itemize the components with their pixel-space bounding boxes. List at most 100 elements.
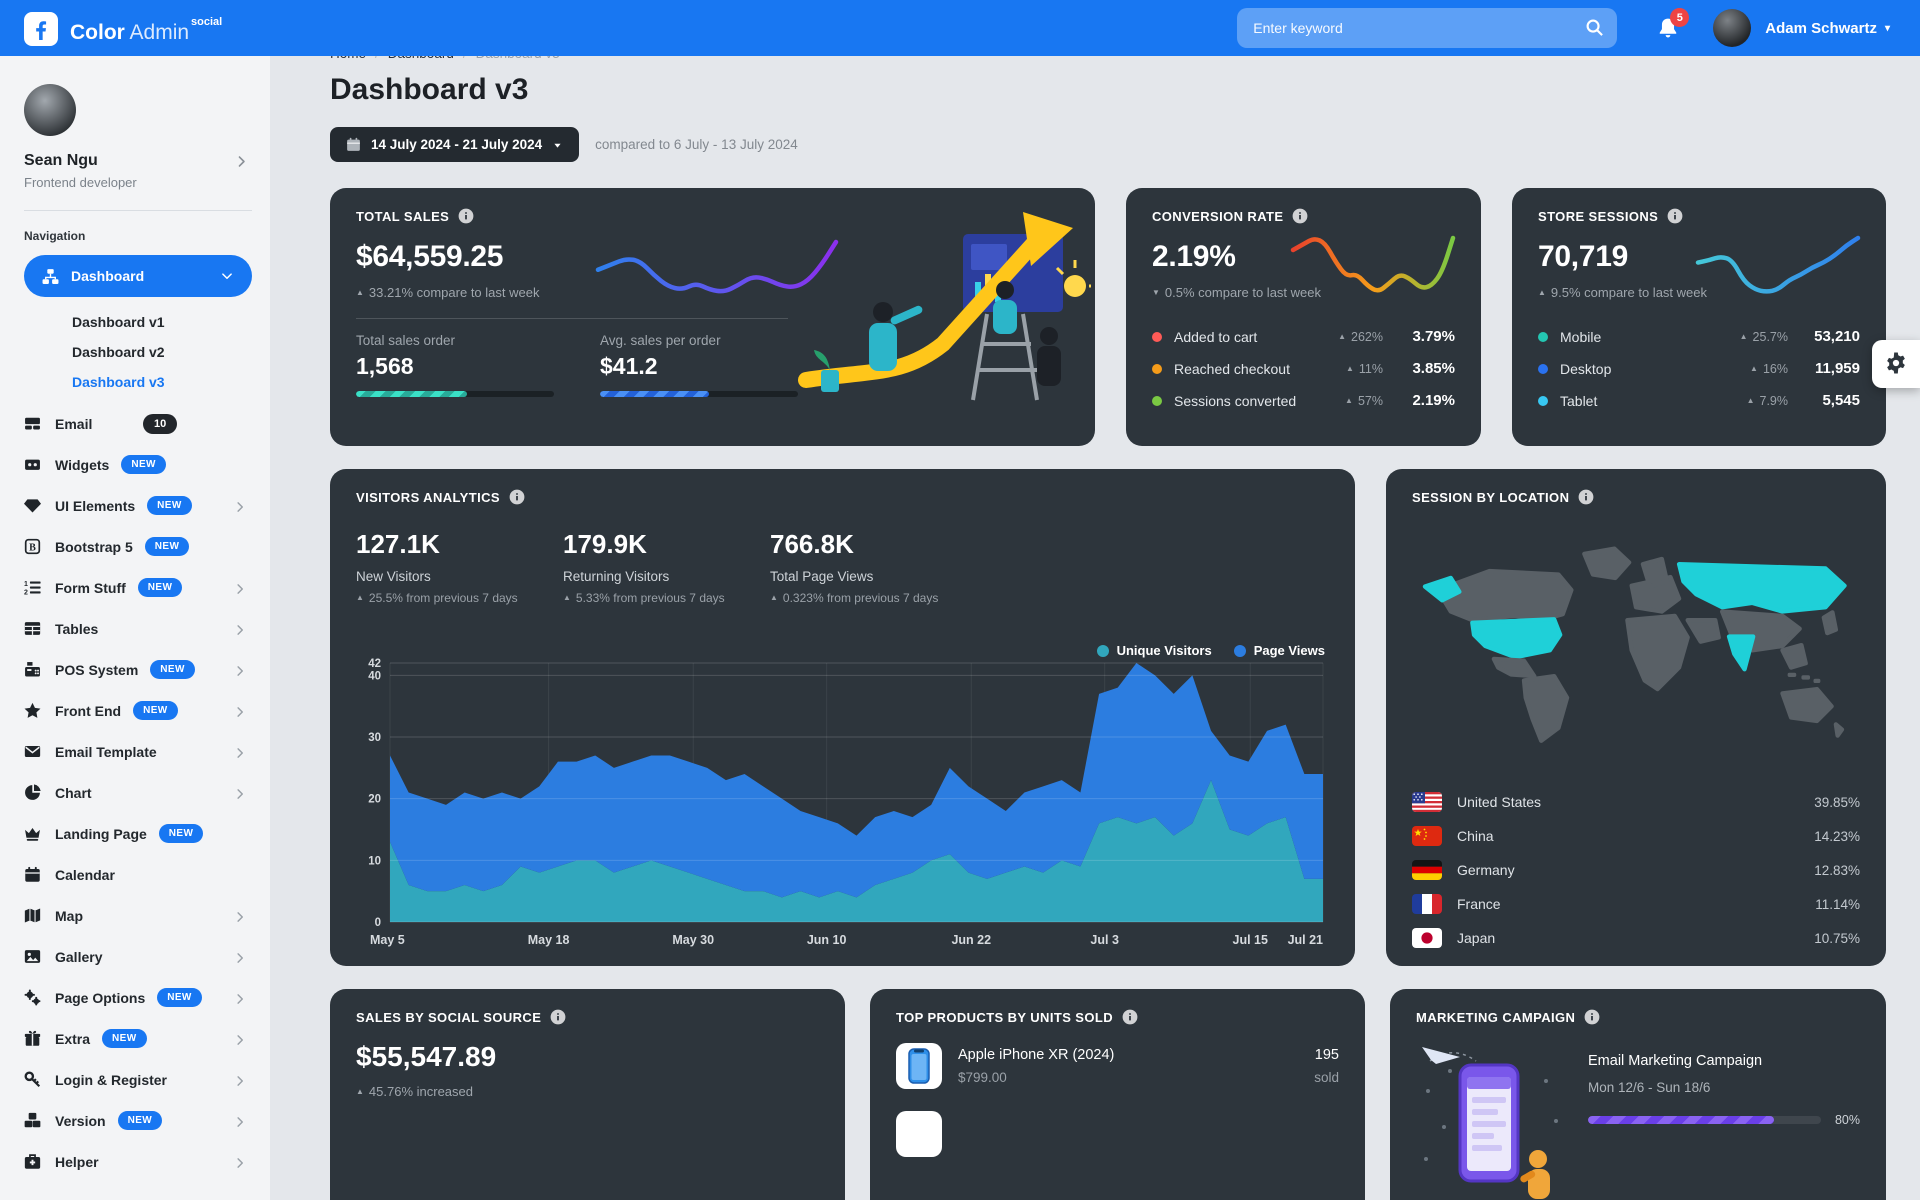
sidebar-item[interactable]: Helper bbox=[24, 1141, 252, 1182]
sidebar-item-icon bbox=[24, 948, 41, 965]
top-products-card: TOP PRODUCTS BY UNITS SOLD Apple iPhone … bbox=[870, 989, 1365, 1200]
sidebar-item-label: Landing Page bbox=[55, 826, 147, 842]
sidebar: Sean Ngu Frontend developer Navigation D… bbox=[0, 56, 270, 1200]
info-icon[interactable] bbox=[1584, 1009, 1600, 1025]
stat-label: Total Page Views bbox=[770, 569, 977, 584]
sidebar-user-role: Frontend developer bbox=[24, 175, 252, 190]
country-flag-icon bbox=[1412, 826, 1442, 846]
sidebar-subitem[interactable]: Dashboard v3 bbox=[24, 367, 252, 397]
status-dot bbox=[1538, 364, 1548, 374]
visitors-analytics-card: VISITORS ANALYTICS 127.1K New Visitors ▲… bbox=[330, 469, 1355, 966]
svg-text:30: 30 bbox=[368, 732, 381, 744]
sidebar-item[interactable]: Login & Register bbox=[24, 1059, 252, 1100]
sidebar-item[interactable]: POS System NEW bbox=[24, 649, 252, 690]
search-icon[interactable] bbox=[1585, 18, 1604, 37]
sidebar-subitem[interactable]: Dashboard v1 bbox=[24, 307, 252, 337]
svg-text:Jun 22: Jun 22 bbox=[951, 933, 991, 947]
trend-up-icon: ▲ bbox=[1346, 364, 1354, 373]
change-text: 33.21% compare to last week bbox=[369, 285, 540, 300]
date-range-button[interactable]: 14 July 2024 - 21 July 2024 bbox=[330, 127, 579, 162]
product-row[interactable]: Apple iPhone XR (2024) $799.00 195 sold bbox=[896, 1043, 1339, 1089]
dashboard-submenu: Dashboard v1 Dashboard v2 Dashboard v3 bbox=[24, 307, 252, 397]
caret-down-icon: ▾ bbox=[1885, 23, 1890, 34]
sidebar-item[interactable]: Email 10 bbox=[24, 403, 252, 444]
theme-settings-button[interactable] bbox=[1872, 340, 1920, 388]
info-icon[interactable] bbox=[550, 1009, 566, 1025]
sidebar-subitem[interactable]: Dashboard v2 bbox=[24, 337, 252, 367]
sidebar-item[interactable]: Chart bbox=[24, 772, 252, 813]
sidebar-item[interactable]: Landing Page NEW bbox=[24, 813, 252, 854]
notifications-button[interactable]: 5 bbox=[1657, 16, 1679, 40]
stacked-area-chart[interactable]: 01020304042May 5May 18May 30Jun 10Jun 22… bbox=[356, 641, 1329, 952]
sidebar-item[interactable]: Map bbox=[24, 895, 252, 936]
info-icon[interactable] bbox=[1578, 489, 1594, 505]
campaign-body: Email Marketing Campaign Mon 12/6 - Sun … bbox=[1416, 1031, 1860, 1200]
chevron-right-icon bbox=[234, 951, 246, 963]
sidebar-item-label: Widgets bbox=[55, 457, 109, 473]
user-avatar[interactable] bbox=[1713, 9, 1751, 47]
change-text: 45.76% increased bbox=[369, 1084, 473, 1099]
sidebar-item[interactable]: Extra NEW bbox=[24, 1018, 252, 1059]
date-filter-row: 14 July 2024 - 21 July 2024 compared to … bbox=[330, 127, 1886, 162]
sidebar-item-label: Page Options bbox=[55, 990, 145, 1006]
sidebar-item[interactable]: Page Options NEW bbox=[24, 977, 252, 1018]
info-icon[interactable] bbox=[458, 208, 474, 224]
gear-icon bbox=[1884, 351, 1908, 378]
sidebar-avatar[interactable] bbox=[24, 84, 76, 136]
info-icon[interactable] bbox=[1122, 1009, 1138, 1025]
sidebar-item[interactable]: Gallery bbox=[24, 936, 252, 977]
user-menu[interactable]: Adam Schwartz ▾ bbox=[1765, 20, 1890, 37]
metric-value: 3.85% bbox=[1383, 360, 1455, 377]
progress-bar bbox=[356, 391, 467, 397]
country-row: France 11.14% bbox=[1412, 887, 1860, 921]
world-map[interactable] bbox=[1412, 515, 1860, 777]
metric-value: 3.79% bbox=[1383, 328, 1455, 345]
stat-value: 766.8K bbox=[770, 529, 977, 560]
sitemap-icon bbox=[42, 268, 59, 285]
sidebar-item-label: Form Stuff bbox=[55, 580, 126, 596]
sidebar-item-dashboard[interactable]: Dashboard bbox=[24, 255, 252, 297]
card-title: TOTAL SALES bbox=[356, 209, 449, 224]
sidebar-item[interactable]: Tables bbox=[24, 608, 252, 649]
sidebar-item[interactable]: Calendar bbox=[24, 854, 252, 895]
sidebar-item[interactable]: Widgets NEW bbox=[24, 444, 252, 485]
submetric-value: 1,568 bbox=[356, 353, 554, 380]
legend-label: Unique Visitors bbox=[1117, 643, 1212, 658]
sidebar-item[interactable]: UI Elements NEW bbox=[24, 485, 252, 526]
page-title: Dashboard v3 bbox=[330, 73, 1886, 107]
facebook-icon bbox=[24, 12, 58, 46]
submetric-label: Total sales order bbox=[356, 333, 554, 348]
legend-item[interactable]: Page Views bbox=[1234, 643, 1325, 658]
sidebar-item[interactable]: 12 Form Stuff NEW bbox=[24, 567, 252, 608]
metric-row: Sessions converted ▲57% 2.19% bbox=[1152, 392, 1455, 409]
trend-up-icon: ▲ bbox=[1538, 288, 1546, 297]
search-input[interactable] bbox=[1237, 8, 1617, 48]
info-icon[interactable] bbox=[509, 489, 525, 505]
sidebar-item[interactable]: Version NEW bbox=[24, 1100, 252, 1141]
stat-change-text: 5.33% from previous 7 days bbox=[576, 591, 725, 605]
product-row-partial[interactable] bbox=[896, 1111, 1339, 1157]
brand-logo[interactable]: Color Adminsocial bbox=[24, 10, 222, 46]
sidebar-user[interactable]: Sean Ngu bbox=[24, 152, 252, 170]
sidebar-item-icon: 12 bbox=[24, 579, 41, 596]
metric-change: ▲7.9% bbox=[1716, 394, 1788, 408]
sidebar-item[interactable]: Email Template bbox=[24, 731, 252, 772]
chevron-right-icon bbox=[234, 910, 246, 922]
sidebar-item[interactable]: B Bootstrap 5 NEW bbox=[24, 526, 252, 567]
info-icon[interactable] bbox=[1667, 208, 1683, 224]
svg-text:May 30: May 30 bbox=[672, 933, 714, 947]
metric-row: Desktop ▲16% 11,959 bbox=[1538, 360, 1860, 377]
stat-change: ▲25.5% from previous 7 days bbox=[356, 591, 563, 605]
sidebar-item[interactable]: Front End NEW bbox=[24, 690, 252, 731]
info-icon[interactable] bbox=[1292, 208, 1308, 224]
search-box bbox=[1237, 8, 1617, 48]
country-percentage: 14.23% bbox=[1814, 829, 1860, 844]
metric-change-value: 262% bbox=[1351, 330, 1383, 344]
legend-dot bbox=[1097, 645, 1109, 657]
legend-item[interactable]: Unique Visitors bbox=[1097, 643, 1212, 658]
sidebar-item-icon bbox=[24, 825, 41, 842]
chevron-right-icon bbox=[234, 992, 246, 1004]
metric-change-value: 25.7% bbox=[1753, 330, 1788, 344]
stat-value: 127.1K bbox=[356, 529, 563, 560]
people-illustration bbox=[515, 1187, 845, 1200]
